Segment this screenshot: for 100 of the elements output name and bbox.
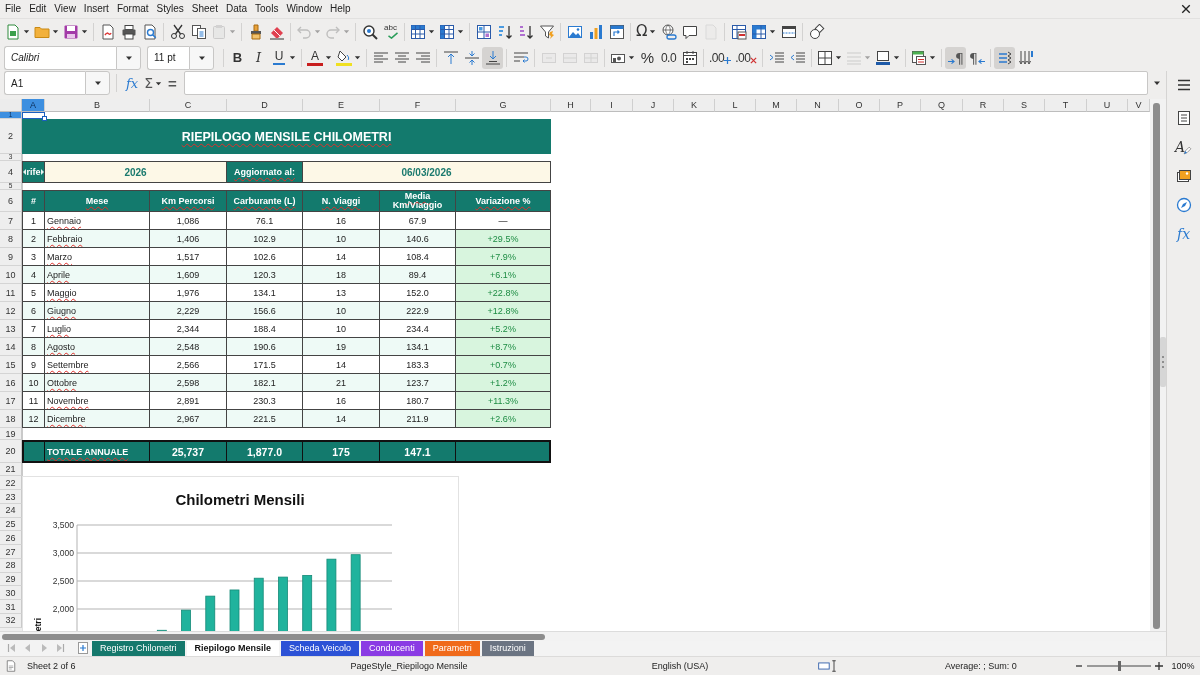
table-cell: 2,344: [150, 320, 227, 339]
axis-title: etri: [33, 618, 43, 632]
column-heading: #: [22, 190, 45, 213]
table-cell: 180.7: [380, 392, 456, 411]
sheet-title: RIEPILOGO MENSILE CHILOMETRI: [22, 119, 551, 155]
table-cell: +2.6%: [456, 410, 551, 429]
table-cell: 10: [303, 320, 380, 339]
value-cell: 06/03/2026: [303, 161, 551, 184]
table-cell: 14: [303, 410, 380, 429]
table-cell: 11: [22, 392, 45, 411]
table-cell: 76.1: [227, 212, 303, 231]
table-cell: 102.9: [227, 230, 303, 249]
table-cell: 6: [22, 302, 45, 321]
table-cell: 10: [303, 302, 380, 321]
table-cell: +11.3%: [456, 392, 551, 411]
table-cell: 2,598: [150, 374, 227, 393]
table-cell: 171.5: [227, 356, 303, 375]
table-cell: 89.4: [380, 266, 456, 285]
table-cell: 230.3: [227, 392, 303, 411]
table-cell: 222.9: [380, 302, 456, 321]
value-cell: 2026: [45, 161, 227, 184]
table-cell: 1,517: [150, 248, 227, 267]
table-cell: +8.7%: [456, 338, 551, 357]
table-cell: +12.8%: [456, 302, 551, 321]
table-cell: 16: [303, 392, 380, 411]
table-cell: Gennaio: [45, 212, 150, 231]
column-heading: Km Percorsi: [150, 190, 227, 213]
column-heading: N. Viaggi: [303, 190, 380, 213]
table-cell: Ottobre: [45, 374, 150, 393]
column-heading: Media Km/Viaggio: [380, 190, 456, 213]
total-cell: 1,877.0: [227, 440, 303, 464]
table-cell: 8: [22, 338, 45, 357]
label-cell: rife: [22, 161, 45, 184]
table-cell: 108.4: [380, 248, 456, 267]
total-label: TOTALE ANNUALE: [45, 440, 150, 464]
table-cell: 2,967: [150, 410, 227, 429]
table-cell: 134.1: [227, 284, 303, 303]
table-cell: Settembre: [45, 356, 150, 375]
table-cell: 2,566: [150, 356, 227, 375]
label-cell: Aggiornato al:: [227, 161, 303, 184]
table-cell: +1.2%: [456, 374, 551, 393]
axis-label: 2,000: [52, 604, 74, 615]
axis-label: 3,500: [52, 520, 74, 531]
table-cell: Marzo: [45, 248, 150, 267]
table-cell: 5: [22, 284, 45, 303]
column-heading: Variazione %: [456, 190, 551, 213]
table-cell: 1,086: [150, 212, 227, 231]
table-cell: 10: [22, 374, 45, 393]
column-heading: Carburante (L): [227, 190, 303, 213]
table-cell: 7: [22, 320, 45, 339]
table-cell: 1,406: [150, 230, 227, 249]
total-cell: 147.1: [380, 440, 456, 464]
page-style: PageStyle_Riepilogo Mensile: [350, 661, 468, 671]
table-cell: 2,229: [150, 302, 227, 321]
table-cell: Luglio: [45, 320, 150, 339]
table-cell: +0.7%: [456, 356, 551, 375]
table-cell: 9: [22, 356, 45, 375]
table-cell: 134.1: [380, 338, 456, 357]
table-cell: +6.1%: [456, 266, 551, 285]
table-cell: 123.7: [380, 374, 456, 393]
table-cell: 140.6: [380, 230, 456, 249]
table-cell: 2: [22, 230, 45, 249]
table-cell: +29.5%: [456, 230, 551, 249]
table-cell: 19: [303, 338, 380, 357]
table-cell: 120.3: [227, 266, 303, 285]
table-cell: 1,976: [150, 284, 227, 303]
table-cell: 4: [22, 266, 45, 285]
table-cell: 10: [303, 230, 380, 249]
table-cell: 2,891: [150, 392, 227, 411]
table-cell: 234.4: [380, 320, 456, 339]
table-cell: 182.1: [227, 374, 303, 393]
table-cell: Febbraio: [45, 230, 150, 249]
table-cell: Aprile: [45, 266, 150, 285]
table-cell: 152.0: [380, 284, 456, 303]
table-cell: 16: [303, 212, 380, 231]
table-cell: Dicembre: [45, 410, 150, 429]
total-cell: 175: [303, 440, 380, 464]
table-cell: 183.3: [380, 356, 456, 375]
table-cell: Maggio: [45, 284, 150, 303]
table-cell: 13: [303, 284, 380, 303]
table-cell: 190.6: [227, 338, 303, 357]
table-cell: +22.8%: [456, 284, 551, 303]
table-cell: —: [456, 212, 551, 231]
axis-label: 2,500: [52, 576, 74, 587]
sheet-count: Sheet 2 of 6: [27, 661, 76, 671]
table-cell: 1: [22, 212, 45, 231]
table-cell: 18: [303, 266, 380, 285]
table-cell: 156.6: [227, 302, 303, 321]
table-cell: 2,548: [150, 338, 227, 357]
table-cell: 211.9: [380, 410, 456, 429]
table-cell: 21: [303, 374, 380, 393]
table-cell: 3: [22, 248, 45, 267]
table-cell: 1,609: [150, 266, 227, 285]
table-cell: 188.4: [227, 320, 303, 339]
total-cell: 25,737: [150, 440, 227, 464]
table-cell: 102.6: [227, 248, 303, 267]
table-cell: Novembre: [45, 392, 150, 411]
table-cell: 12: [22, 410, 45, 429]
table-cell: 14: [303, 248, 380, 267]
table-cell: +7.9%: [456, 248, 551, 267]
